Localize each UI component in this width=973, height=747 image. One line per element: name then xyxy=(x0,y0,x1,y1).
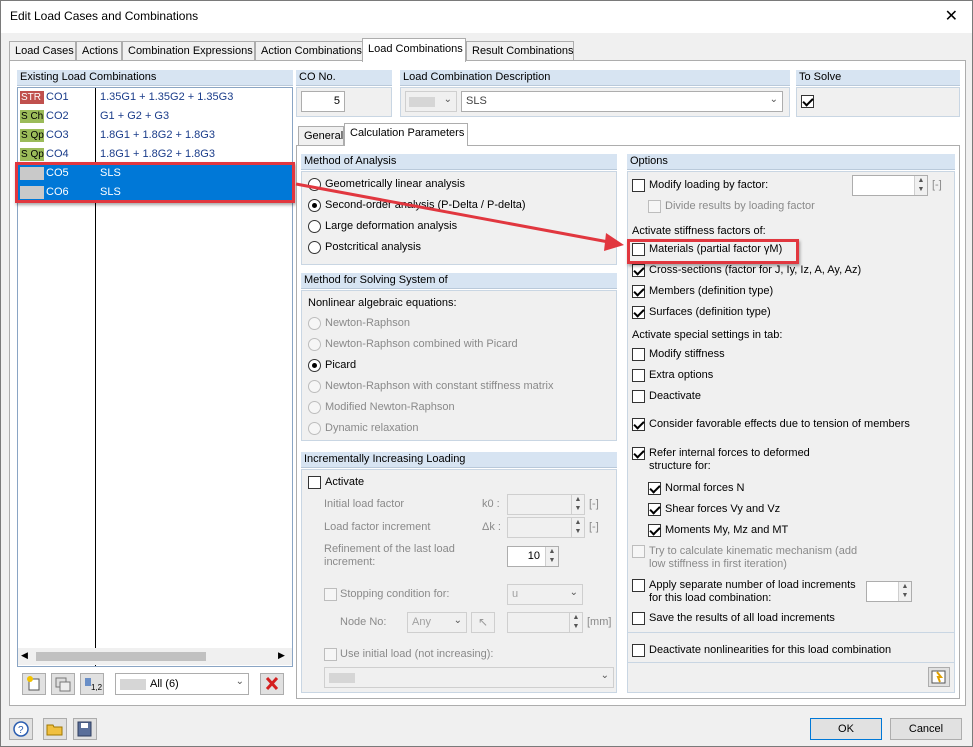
ok-button[interactable]: OK xyxy=(810,718,882,740)
folder-icon xyxy=(46,724,63,736)
subtab-calculation-parameters[interactable]: Calculation Parameters xyxy=(344,123,468,146)
tab-combination-expressions[interactable]: Combination Expressions xyxy=(122,41,255,61)
dialog-window: Edit Load Cases and Combinations ✕ Load … xyxy=(0,0,973,747)
annotation-arrow xyxy=(295,182,624,251)
tab-action-combinations[interactable]: Action Combinations xyxy=(255,41,363,61)
cancel-button[interactable]: Cancel xyxy=(890,718,962,740)
title-bar: Edit Load Cases and Combinations ✕ xyxy=(1,1,972,33)
save-button[interactable] xyxy=(73,718,97,740)
help-icon: ? xyxy=(13,721,29,737)
close-icon[interactable]: ✕ xyxy=(945,6,958,26)
tab-panel: Existing Load Combinations STR CO1 1.35G… xyxy=(9,60,966,706)
help-button[interactable]: ? xyxy=(9,718,33,740)
tab-actions[interactable]: Actions xyxy=(76,41,122,61)
svg-text:?: ? xyxy=(18,725,24,736)
floppy-disk-icon xyxy=(77,721,92,737)
tab-load-combinations[interactable]: Load Combinations xyxy=(362,38,466,62)
open-button[interactable] xyxy=(43,718,67,740)
window-title: Edit Load Cases and Combinations xyxy=(10,9,199,23)
tab-result-combinations[interactable]: Result Combinations xyxy=(466,41,574,61)
tab-load-cases[interactable]: Load Cases xyxy=(9,41,76,61)
